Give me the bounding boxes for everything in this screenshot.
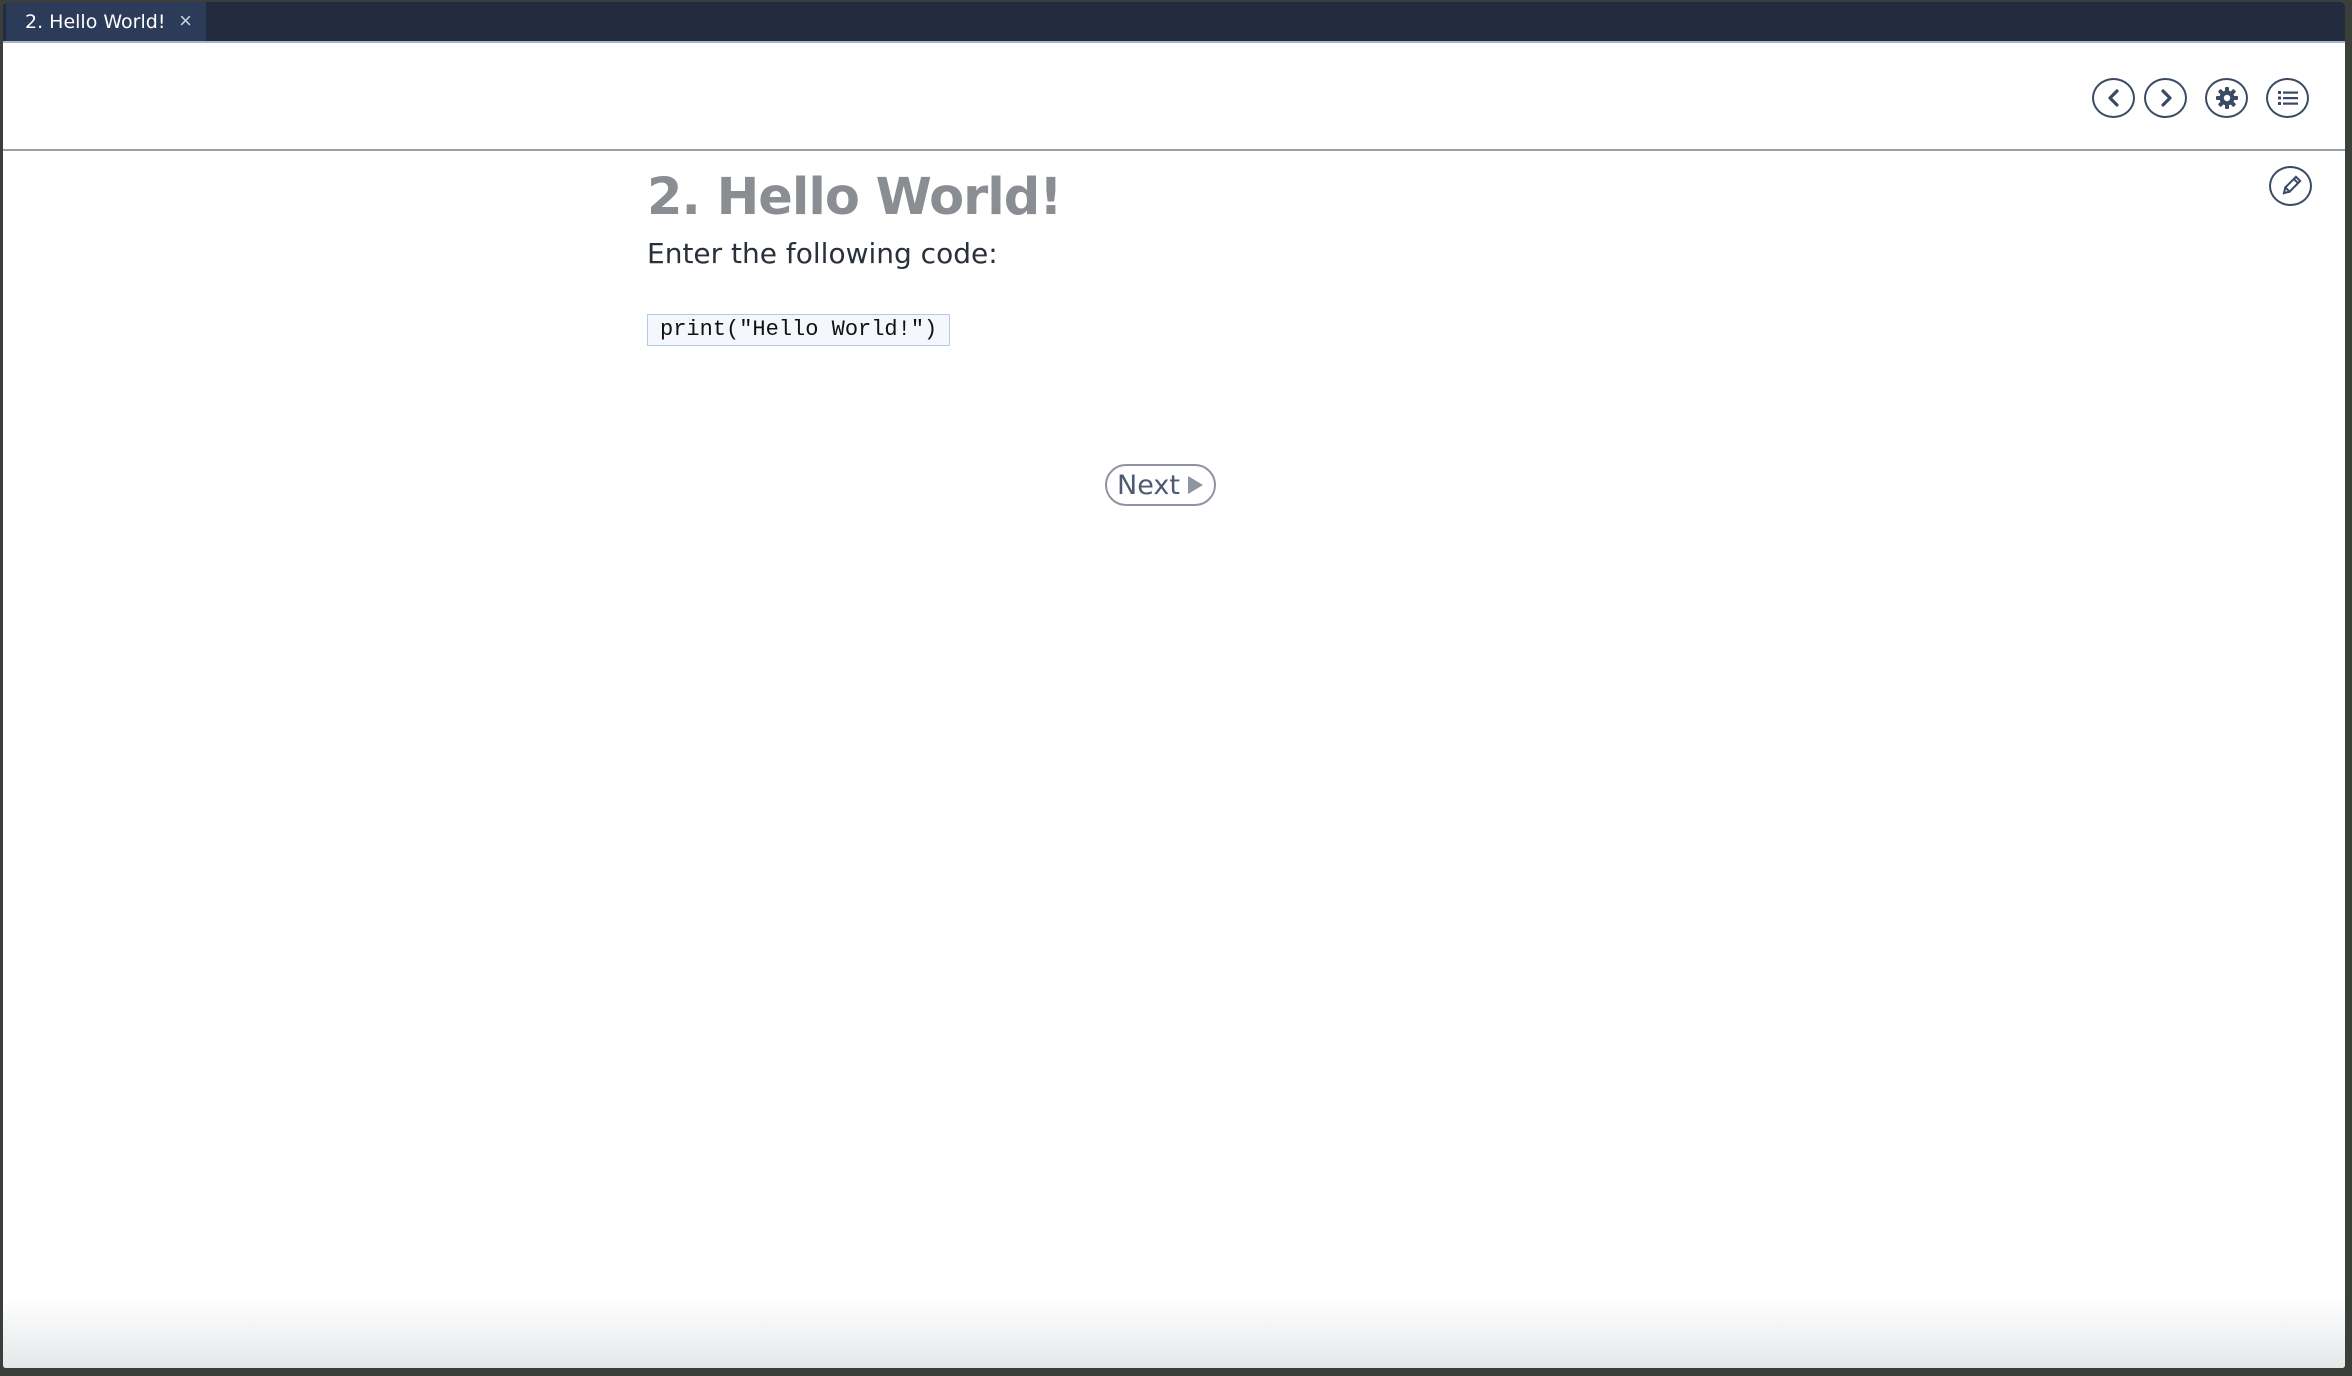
gear-icon (2215, 87, 2238, 109)
page-title: 2. Hello World! (647, 168, 1063, 227)
lesson-content: 2. Hello World! Enter the following code… (647, 168, 1063, 346)
edit-button[interactable] (2269, 166, 2312, 206)
tab-hello-world[interactable]: 2. Hello World! × (6, 2, 206, 41)
chevron-right-icon (2160, 89, 2172, 107)
bottom-shadow (3, 1298, 2345, 1368)
next-button[interactable]: Next (1105, 464, 1216, 506)
pencil-icon (2282, 175, 2302, 195)
settings-button[interactable] (2205, 78, 2248, 118)
code-snippet: print("Hello World!") (647, 314, 951, 346)
chevron-left-icon (2107, 89, 2119, 107)
toolbar (3, 43, 2345, 151)
next-button-label: Next (1117, 469, 1180, 501)
close-icon[interactable]: × (179, 10, 192, 32)
previous-button[interactable] (2092, 78, 2135, 118)
app-window: 2. Hello World! × 2. Hello World! Enter … (3, 2, 2345, 1368)
tab-bar: 2. Hello World! × (3, 2, 2345, 43)
instructions-text: Enter the following code: (647, 237, 998, 270)
play-triangle-icon (1187, 476, 1203, 494)
list-icon (2277, 91, 2298, 105)
contents-button[interactable] (2266, 78, 2309, 118)
next-page-button[interactable] (2144, 78, 2187, 118)
tab-title: 2. Hello World! (25, 10, 166, 33)
